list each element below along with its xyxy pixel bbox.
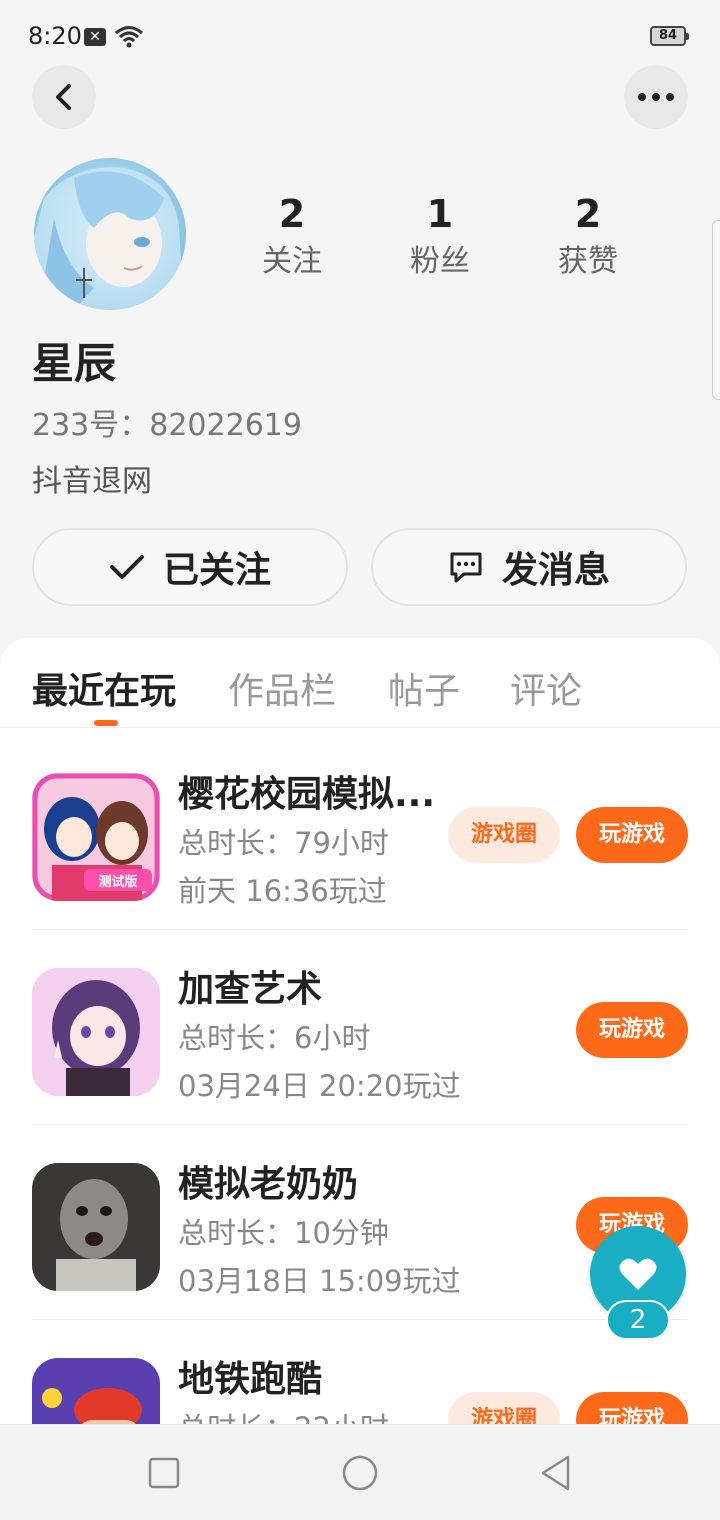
checkmark-icon	[109, 555, 144, 579]
status-bar: 8:20 ✕ 84	[0, 0, 720, 70]
nickname: 星辰	[32, 339, 117, 388]
game-icon-gacha	[32, 968, 160, 1096]
send-message-button[interactable]: 发消息	[371, 528, 687, 606]
game-last-played: 前天 16:36玩过	[178, 874, 387, 908]
game-icon-sakura: 测试版	[32, 773, 160, 901]
side-scroll-handle[interactable]	[712, 220, 720, 400]
following-label: 已关注	[162, 550, 271, 591]
stat-label: 粉丝	[410, 244, 470, 279]
battery-icon: 84	[650, 26, 689, 46]
tab-recent-play[interactable]: 最近在玩	[32, 662, 176, 714]
game-last-played: 03月18日 15:09玩过	[178, 1264, 461, 1298]
game-duration: 总时长：79小时	[178, 826, 389, 860]
game-duration: 总时长：6小时	[178, 1021, 371, 1055]
stat-likes[interactable]: 2 获赞	[528, 190, 648, 284]
play-game-button[interactable]: 玩游戏	[576, 807, 688, 863]
stat-value: 2	[278, 192, 306, 236]
content-panel: 最近在玩 作品栏 帖子 评论 测试版 樱花校园模拟... 总时长：79小时 前天…	[0, 638, 720, 1520]
game-icon-granny	[32, 1163, 160, 1291]
game-title: 地铁跑酷	[178, 1359, 323, 1400]
game-title: 樱花校园模拟...	[178, 774, 436, 815]
game-title: 模拟老奶奶	[178, 1164, 359, 1205]
more-dots-icon	[638, 93, 674, 101]
tab-posts[interactable]: 帖子	[388, 662, 460, 714]
stat-label: 关注	[262, 244, 322, 279]
play-game-button[interactable]: 玩游戏	[576, 1002, 688, 1058]
recent-apps-button[interactable]	[144, 1453, 184, 1493]
circle-icon	[342, 1455, 378, 1491]
tab-works[interactable]: 作品栏	[228, 662, 336, 714]
game-title: 加查艺术	[178, 969, 323, 1010]
back-button[interactable]	[32, 65, 96, 129]
game-duration: 总时长：10分钟	[178, 1216, 389, 1250]
triangle-back-icon	[541, 1455, 570, 1491]
more-button[interactable]	[624, 65, 688, 129]
heart-icon	[619, 1258, 657, 1290]
user-id: 233号：82022619	[32, 408, 302, 443]
wifi-icon	[115, 26, 143, 48]
stat-fans[interactable]: 1 粉丝	[380, 190, 500, 284]
tab-bar: 最近在玩 作品栏 帖子 评论	[0, 638, 720, 728]
svg-text:测试版: 测试版	[98, 874, 137, 890]
avatar[interactable]	[34, 158, 186, 310]
system-nav-bar	[0, 1424, 720, 1520]
status-time: 8:20	[28, 22, 82, 50]
like-count-badge: 2	[606, 1300, 670, 1340]
square-icon	[148, 1457, 180, 1489]
stat-label: 获赞	[558, 244, 618, 279]
tab-indicator	[94, 720, 118, 726]
chat-bubble-icon	[450, 552, 482, 583]
stat-value: 2	[574, 192, 602, 236]
following-button[interactable]: 已关注	[32, 528, 348, 606]
chevron-left-icon	[56, 84, 71, 110]
home-button[interactable]	[340, 1453, 380, 1493]
stat-following[interactable]: 2 关注	[232, 190, 352, 284]
send-message-label: 发消息	[501, 550, 610, 591]
list-item[interactable]: 测试版 樱花校园模拟... 总时长：79小时 前天 16:36玩过 游戏圈 玩游…	[0, 735, 720, 930]
game-last-played: 03月24日 20:20玩过	[178, 1069, 461, 1103]
game-circle-button[interactable]: 游戏圈	[448, 807, 560, 863]
back-nav-button[interactable]	[536, 1453, 576, 1493]
stat-value: 1	[426, 192, 454, 236]
bio: 抖音退网	[32, 464, 152, 499]
close-badge-icon: ✕	[84, 28, 106, 46]
tab-comments[interactable]: 评论	[510, 662, 582, 714]
list-item[interactable]: 加查艺术 总时长：6小时 03月24日 20:20玩过 玩游戏	[0, 930, 720, 1125]
